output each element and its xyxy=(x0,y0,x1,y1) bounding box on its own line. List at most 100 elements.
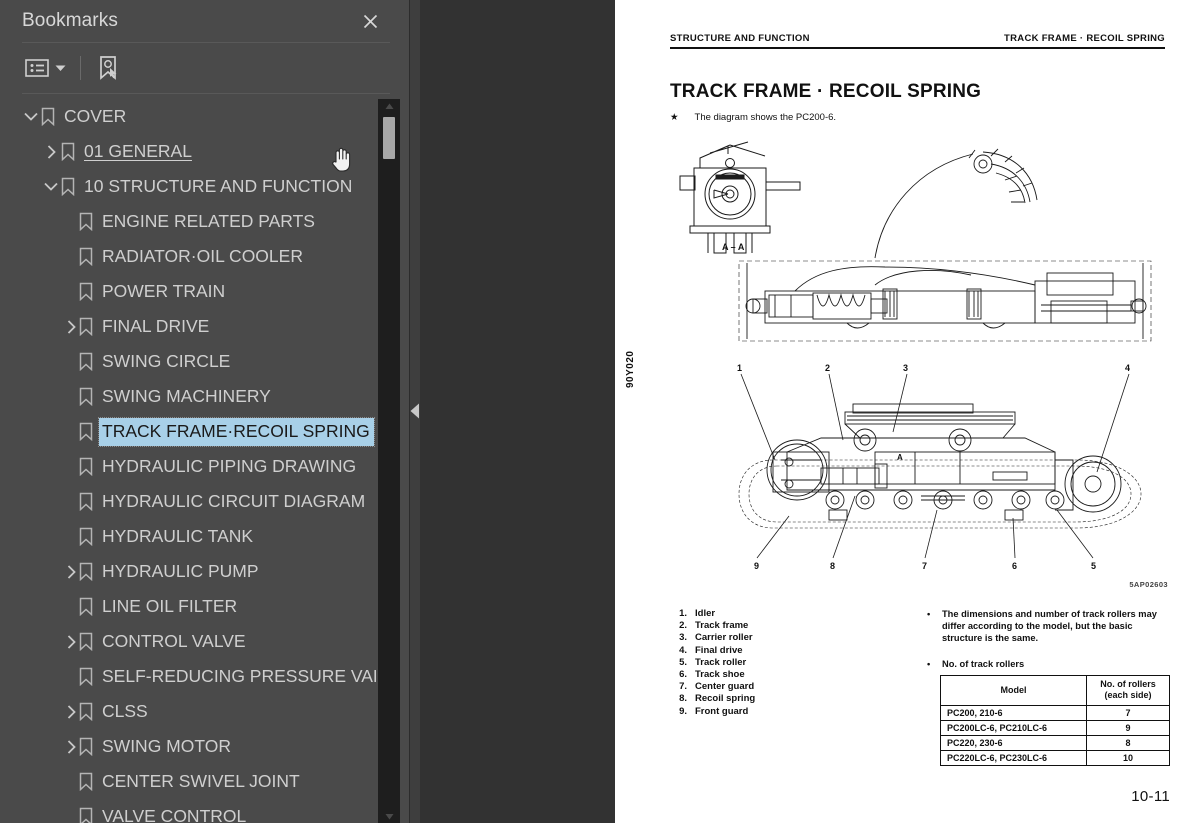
parts-legend-row: 1. Idler xyxy=(673,608,755,620)
scrollbar-thumb[interactable] xyxy=(383,117,395,159)
bookmark-item[interactable]: LINE OIL FILTER xyxy=(0,589,376,624)
bookmark-item[interactable]: 10 STRUCTURE AND FUNCTION xyxy=(0,169,376,204)
close-icon[interactable] xyxy=(357,8,383,34)
part-name: Idler xyxy=(695,608,716,619)
pdf-page: STRUCTURE AND FUNCTION TRACK FRAME · REC… xyxy=(615,0,1200,823)
bookmark-item[interactable]: HYDRAULIC PUMP xyxy=(0,554,376,589)
part-number: 9. xyxy=(679,705,687,717)
page-note-text: The diagram shows the PC200-6. xyxy=(694,112,837,123)
bookmark-item[interactable]: POWER TRAIN xyxy=(0,274,376,309)
note-text: No. of track rollers xyxy=(942,659,1025,669)
bookmark-item[interactable]: CENTER SWIVEL JOINT xyxy=(0,764,376,799)
callout-9: 9 xyxy=(754,561,759,571)
bookmark-item-label: VALVE CONTROL xyxy=(102,806,247,823)
table-header-model: Model xyxy=(939,675,1088,706)
part-name: Front guard xyxy=(695,705,749,717)
bookmarks-panel-title: Bookmarks xyxy=(22,9,118,31)
bookmark-item[interactable]: SWING MOTOR xyxy=(0,729,376,764)
scroll-up-icon[interactable] xyxy=(378,99,400,113)
cell-model: PC200, 210-6 xyxy=(939,705,1088,721)
bookmark-icon xyxy=(78,352,94,372)
parts-legend-row: 9. Front guard xyxy=(673,706,755,718)
part-name: Center guard xyxy=(695,681,755,693)
bookmark-icon xyxy=(78,702,94,722)
table-row: PC220, 230-6 8 xyxy=(939,735,1170,751)
bookmark-icon xyxy=(60,177,76,197)
bookmark-item-label: COVER xyxy=(64,106,127,126)
bookmark-icon xyxy=(78,492,94,512)
part-number: 6. xyxy=(679,669,687,681)
bookmark-item[interactable]: VALVE CONTROL xyxy=(0,799,376,823)
list-options-icon[interactable] xyxy=(25,58,49,78)
bookmark-item[interactable]: COVER xyxy=(0,99,376,134)
chevron-down-icon[interactable] xyxy=(42,178,60,196)
bookmark-icon xyxy=(78,597,94,617)
pdf-reader-window: Bookmarks COVER 01 GENERAL 10 STRUCTURE … xyxy=(0,0,1200,823)
parts-legend-row: 4. Final drive xyxy=(673,645,755,657)
bookmark-item[interactable]: SWING MACHINERY xyxy=(0,379,376,414)
bookmark-item[interactable]: RADIATOR·OIL COOLER xyxy=(0,239,376,274)
star-icon: ★ xyxy=(670,112,679,123)
part-number: 5. xyxy=(679,656,687,668)
bullet-icon: • xyxy=(927,609,931,619)
part-number: 3. xyxy=(679,632,687,644)
bookmark-item[interactable]: HYDRAULIC TANK xyxy=(0,519,376,554)
bookmark-item-label: CLSS xyxy=(102,701,148,721)
bookmark-item[interactable]: FINAL DRIVE xyxy=(0,309,376,344)
callout-3: 3 xyxy=(903,363,908,373)
bookmark-icon xyxy=(60,142,76,162)
chevron-right-icon[interactable] xyxy=(42,143,60,161)
scroll-down-icon[interactable] xyxy=(378,809,400,823)
header-rule xyxy=(670,47,1165,49)
note-item: • No. of track rollers xyxy=(927,658,1172,670)
table-row: PC200, 210-6 7 xyxy=(939,705,1170,721)
note-text: The dimensions and number of track rolle… xyxy=(942,609,1157,643)
bookmark-item-label: CONTROL VALVE xyxy=(102,631,246,651)
bookmark-item-label: POWER TRAIN xyxy=(102,281,226,301)
bookmark-item[interactable]: 01 GENERAL xyxy=(0,134,376,169)
bookmark-item[interactable]: SWING CIRCLE xyxy=(0,344,376,379)
bookmark-icon xyxy=(78,317,94,337)
callout-1: 1 xyxy=(737,363,742,373)
bookmark-item-label: SWING MOTOR xyxy=(102,736,231,756)
part-number: 8. xyxy=(679,693,687,705)
callout-4: 4 xyxy=(1125,363,1130,373)
sprocket-arc-drawing xyxy=(865,140,1045,265)
bookmark-item[interactable]: CLSS xyxy=(0,694,376,729)
bookmark-item-label: 01 GENERAL xyxy=(84,141,192,161)
triangle-left-icon[interactable] xyxy=(408,398,422,424)
part-number: 7. xyxy=(679,681,687,693)
bookmark-item-label: HYDRAULIC TANK xyxy=(102,526,254,546)
bookmark-item-label: LINE OIL FILTER xyxy=(102,596,238,616)
bookmark-pointer-icon[interactable] xyxy=(97,55,121,81)
bookmark-icon xyxy=(78,772,94,792)
bookmark-icon xyxy=(78,387,94,407)
bookmark-item[interactable]: HYDRAULIC CIRCUIT DIAGRAM xyxy=(0,484,376,519)
chevron-down-icon[interactable] xyxy=(22,108,40,126)
viewer-background xyxy=(420,0,615,823)
part-number: 1. xyxy=(679,608,687,619)
bookmark-icon xyxy=(78,282,94,302)
bookmark-icon xyxy=(78,457,94,477)
page-note: ★ The diagram shows the PC200-6. xyxy=(670,112,836,123)
bookmarks-panel: Bookmarks COVER 01 GENERAL 10 STRUCTURE … xyxy=(0,0,410,823)
bullet-icon: • xyxy=(927,659,931,669)
parts-legend-row: 7. Center guard xyxy=(673,681,755,693)
bookmarks-scrollbar[interactable] xyxy=(378,99,400,823)
bookmark-item[interactable]: HYDRAULIC PIPING DRAWING xyxy=(0,449,376,484)
bookmark-item-label: CENTER SWIVEL JOINT xyxy=(102,771,300,791)
bookmark-item-label: HYDRAULIC PIPING DRAWING xyxy=(102,456,357,476)
part-name: Recoil spring xyxy=(695,693,756,705)
bookmark-item-label: FINAL DRIVE xyxy=(102,316,210,336)
toolbar-divider-line xyxy=(22,93,390,94)
bookmark-item[interactable]: TRACK FRAME·RECOIL SPRING xyxy=(0,414,376,449)
bookmark-item[interactable]: ENGINE RELATED PARTS xyxy=(0,204,376,239)
chevron-down-icon[interactable] xyxy=(55,64,66,72)
parts-legend-row: 3. Carrier roller xyxy=(673,632,755,644)
parts-legend-row: 8. Recoil spring xyxy=(673,693,755,705)
track-frame-assembly-drawing: 1 2 3 4 5 6 7 8 9 A xyxy=(725,360,1175,580)
cell-rollers: 10 xyxy=(1086,750,1170,766)
bookmark-item[interactable]: SELF-REDUCING PRESSURE VALVE xyxy=(0,659,376,694)
page-number: 10-11 xyxy=(1131,788,1170,805)
bookmark-item[interactable]: CONTROL VALVE xyxy=(0,624,376,659)
